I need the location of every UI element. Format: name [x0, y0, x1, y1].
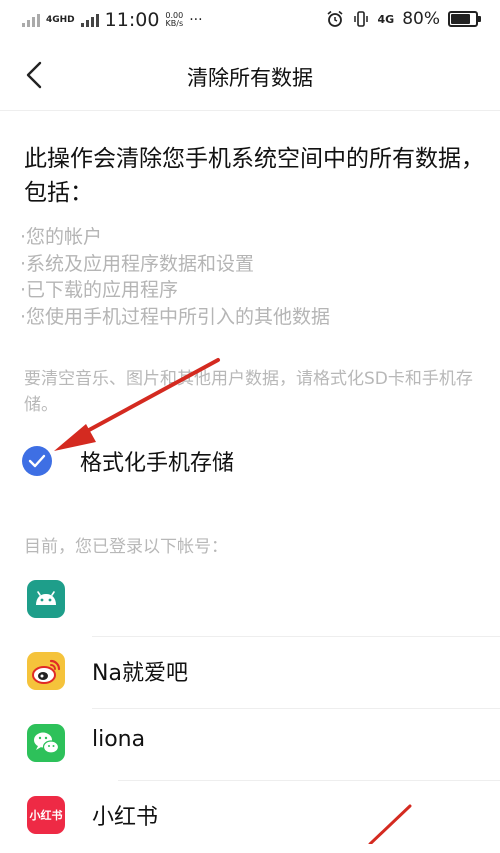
warning-text: 此操作会清除您手机系统空间中的所有数据，包括：: [24, 146, 484, 206]
format-storage-label: 格式化手机存储: [80, 451, 235, 476]
nav-bar: 清除所有数据: [0, 40, 500, 111]
battery-percent: 80%: [402, 9, 440, 29]
account-row-wechat: liona: [0, 709, 500, 781]
alarm-icon: [327, 10, 343, 27]
data-item-list: ·您的帐户 ·系统及应用程序数据和设置 ·已下载的应用程序 ·您使用手机过程中所…: [20, 224, 330, 330]
account-row-weibo: Na就爱吧: [0, 637, 500, 709]
status-bar: 4GHD 11:00 0.00 KB/s ··· 4G 80%: [0, 0, 500, 40]
signal-icon: [22, 13, 40, 27]
page-title: 清除所有数据: [187, 66, 313, 90]
more-notifications-icon: ···: [189, 12, 203, 28]
account-name: liona: [92, 727, 146, 752]
xiaohongshu-logo-text: 小红书: [29, 809, 63, 822]
checkmark-icon: [28, 454, 46, 468]
status-right: 4G 80%: [326, 9, 481, 29]
data-item: ·您的帐户: [20, 226, 103, 248]
account-row-android: [0, 565, 500, 637]
clock: 11:00: [104, 9, 160, 31]
format-storage-checkbox[interactable]: [22, 446, 52, 476]
xiaohongshu-icon: 小红书: [27, 796, 65, 834]
data-item: ·系统及应用程序数据和设置: [20, 252, 255, 275]
format-storage-row[interactable]: 格式化手机存储: [22, 442, 482, 478]
accounts-header: 目前，您已登录以下帐号：: [24, 537, 228, 557]
sd-card-note: 要清空音乐、图片和其他用户数据，请格式化SD卡和手机存储。: [24, 369, 473, 415]
network-type-2: 4G: [377, 12, 395, 26]
network-type: 4GHD: [46, 14, 75, 25]
data-item: ·您使用手机过程中所引入的其他数据: [20, 305, 331, 328]
wechat-icon: [27, 724, 65, 762]
account-row-xiaohongshu: 小红书 小红书: [0, 781, 500, 853]
weibo-icon: [27, 652, 65, 690]
data-item: ·已下载的应用程序: [20, 279, 179, 301]
account-name: 小红书: [92, 805, 159, 830]
account-name: Na就爱吧: [92, 661, 188, 686]
android-icon: [27, 580, 65, 618]
vibrate-icon: [353, 11, 368, 27]
battery-icon: [448, 11, 481, 27]
signal-icon-2: [80, 13, 99, 27]
net-speed: 0.00 KB/s: [165, 11, 184, 28]
status-left: 4GHD 11:00 0.00 KB/s ···: [22, 9, 203, 31]
